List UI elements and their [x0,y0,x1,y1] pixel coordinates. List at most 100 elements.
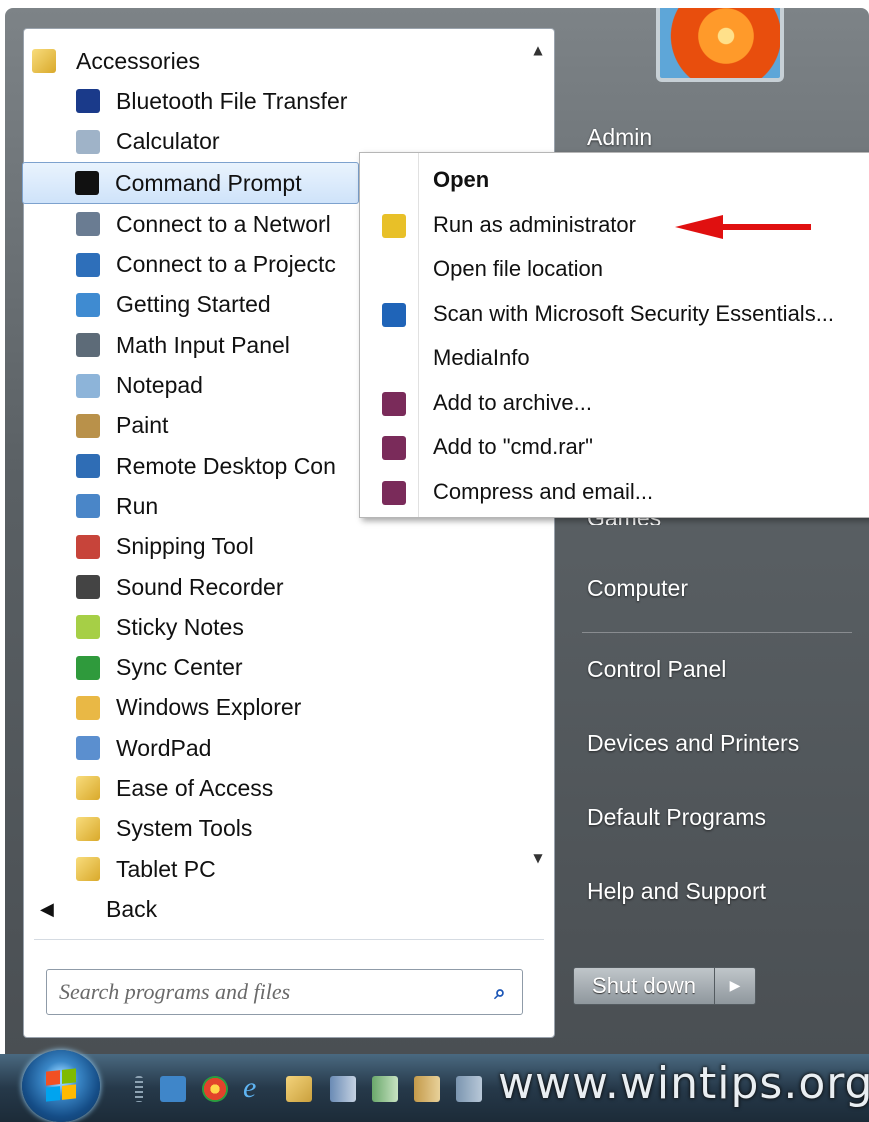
folder-icon [76,816,100,841]
chrome-icon[interactable] [202,1076,228,1102]
program-label: Tablet PC [116,855,216,882]
program-item[interactable]: System Tools [24,809,524,849]
taskbar-app-icon[interactable] [372,1076,398,1102]
winrar-icon [382,391,406,416]
search-box[interactable]: ⌕ [46,969,523,1015]
context-menu-item[interactable]: Add to archive... [360,382,869,426]
program-label: Getting Started [116,291,271,318]
program-label: Sticky Notes [116,613,244,640]
security-essentials-icon [382,302,406,327]
context-menu: Open Run as administrator Open file locati… [359,152,869,518]
program-item[interactable]: Sync Center [24,647,524,687]
shutdown-options-arrow-icon[interactable]: ▶ [715,967,756,1005]
context-menu-item[interactable]: Open file location [360,248,869,292]
program-label: Sound Recorder [116,573,284,600]
math-input-icon [76,333,100,358]
windows-logo-icon [46,1068,76,1102]
bluetooth-icon [76,89,100,114]
notepad-icon [76,373,100,398]
user-name-link[interactable]: Admin [587,124,652,151]
screenshot: ▲ Accessories Bluetooth File Transfer Calc… [0,0,869,1122]
calculator-icon [76,129,100,154]
context-menu-label: Open [433,167,490,192]
taskbar-app-icon[interactable] [456,1076,482,1102]
uac-shield-icon [382,213,406,238]
red-arrow-annotation [675,215,811,239]
user-picture[interactable] [656,8,784,82]
context-menu-item[interactable]: Add to "cmd.rar" [360,426,869,470]
microphone-icon [76,575,100,599]
context-menu-item[interactable]: Open [360,159,869,203]
show-desktop-icon[interactable] [160,1076,186,1102]
folder-icon [76,776,100,801]
computer-link[interactable]: Computer [587,575,688,602]
program-label: Notepad [116,372,203,399]
scissors-icon [76,534,100,559]
context-menu-label: Run as administrator [433,211,636,237]
program-item[interactable]: Sound Recorder [24,567,524,607]
program-label: Paint [116,412,169,439]
context-menu-label: Compress and email... [433,478,654,504]
explorer-icon [76,695,100,720]
program-item[interactable]: Snipping Tool [24,527,524,567]
program-label: WordPad [116,734,212,761]
internet-explorer-icon[interactable]: e [243,1073,269,1103]
program-label: Command Prompt [115,169,302,196]
program-label: Connect to a Networl [116,210,331,237]
control-panel-link[interactable]: Control Panel [587,656,726,683]
remote-desktop-icon [76,454,100,479]
getting-started-icon [76,292,100,317]
taskbar-app-icon[interactable] [330,1076,356,1102]
program-item[interactable]: Sticky Notes [24,607,524,647]
program-label: Windows Explorer [116,694,302,721]
run-icon [76,494,100,519]
watermark: www.wintips.org [498,1058,869,1109]
program-label: Accessories [76,47,200,74]
wordpad-icon [76,736,100,761]
program-item[interactable]: Command Prompt [22,161,359,205]
context-menu-label: MediaInfo [433,345,530,370]
program-item[interactable]: Tablet PC [24,849,524,889]
back-arrow-icon: ◀ [40,898,54,920]
devices-printers-link[interactable]: Devices and Printers [587,730,799,757]
sync-icon [76,655,100,680]
program-label: Ease of Access [116,774,274,801]
paint-icon [76,413,100,438]
context-menu-item[interactable]: Scan with Microsoft Security Essentials.… [360,293,869,337]
file-explorer-icon[interactable] [286,1076,312,1102]
shutdown-button[interactable]: Shut down [573,967,715,1005]
taskbar-app-icon[interactable] [414,1076,440,1102]
search-input[interactable] [57,976,461,1008]
search-icon[interactable]: ⌕ [486,978,514,1006]
shutdown-control: Shut down ▶ [573,967,756,1005]
program-item[interactable]: WordPad [24,728,524,768]
help-support-link[interactable]: Help and Support [587,878,766,905]
program-item[interactable]: Accessories [24,41,524,81]
context-menu-label: Add to archive... [433,389,592,415]
scroll-up-arrow-icon[interactable]: ▲ [529,43,547,61]
program-label: Connect to a Projectc [116,251,336,278]
network-projector-icon [76,212,100,237]
back-button[interactable]: ◀ Back [40,891,157,927]
context-menu-label: Add to "cmd.rar" [433,434,593,459]
program-item[interactable]: Windows Explorer [24,688,524,728]
program-label: Snipping Tool [116,533,254,560]
sticky-notes-icon [76,615,100,640]
program-item[interactable]: Ease of Access [24,768,524,808]
right-separator [582,632,852,633]
command-prompt-icon [75,171,99,196]
program-label: Math Input Panel [116,331,290,358]
context-menu-item[interactable]: MediaInfo [360,337,869,381]
back-label: Back [106,895,158,922]
start-button[interactable] [22,1050,100,1122]
winrar-icon [382,436,406,460]
program-label: System Tools [116,815,253,842]
scroll-down-arrow-icon[interactable]: ▼ [529,851,547,869]
default-programs-link[interactable]: Default Programs [587,804,766,831]
arrow-head [675,215,723,239]
folder-icon [76,857,100,882]
context-menu-label: Scan with Microsoft Security Essentials.… [433,300,835,326]
program-item[interactable]: Bluetooth File Transfer [24,81,524,121]
program-label: Bluetooth File Transfer [116,87,348,114]
context-menu-item[interactable]: Compress and email... [360,471,869,515]
